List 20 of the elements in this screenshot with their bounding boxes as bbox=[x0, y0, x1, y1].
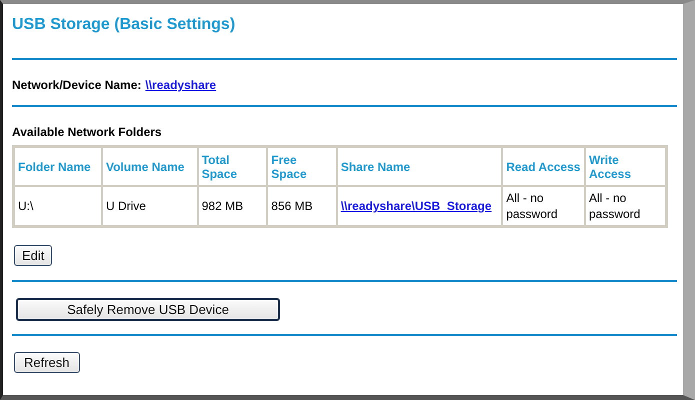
table-cell: U Drive bbox=[102, 186, 198, 226]
page-title: USB Storage (Basic Settings) bbox=[12, 16, 236, 35]
table-cell: All - no password bbox=[502, 186, 585, 226]
table-cell: 982 MB bbox=[198, 186, 268, 226]
edit-button[interactable]: Edit bbox=[14, 245, 52, 266]
column-header: Share Name bbox=[336, 147, 502, 186]
device-name-link[interactable]: \\readyshare bbox=[145, 78, 216, 92]
column-header: Free Space bbox=[267, 147, 337, 186]
column-header: Total Space bbox=[198, 147, 268, 186]
section-heading: Available Network Folders bbox=[12, 125, 163, 139]
table-cell: All - no password bbox=[584, 186, 666, 226]
column-header: Folder Name bbox=[14, 147, 102, 186]
column-header: Volume Name bbox=[102, 147, 198, 186]
column-header: Read Access bbox=[502, 147, 585, 186]
refresh-button[interactable]: Refresh bbox=[14, 352, 80, 373]
safely-remove-button[interactable]: Safely Remove USB Device bbox=[16, 298, 280, 321]
device-name-label: Network/Device Name: bbox=[12, 78, 142, 92]
column-header: Write Access bbox=[584, 147, 666, 186]
table-cell: 856 MB bbox=[267, 186, 337, 226]
table-cell: U:\ bbox=[14, 186, 102, 226]
